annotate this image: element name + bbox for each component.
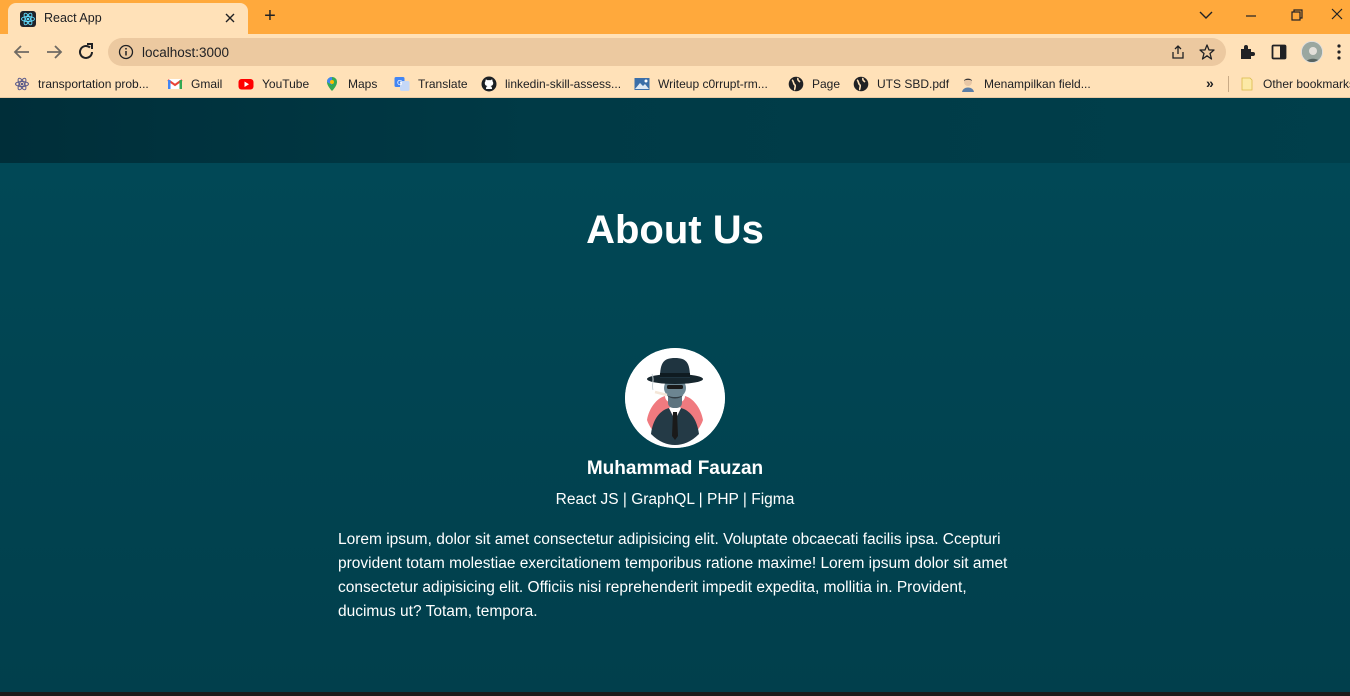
react-icon <box>15 77 29 91</box>
bookmark-label: Writeup c0rrupt-rm... <box>658 77 768 91</box>
page-viewport: About Us Muhammad Fauzan React JS | Grap… <box>0 98 1350 696</box>
tab-title: React App <box>44 11 102 25</box>
bookmark-gmail[interactable]: Gmail <box>167 75 222 93</box>
bookmark-transportation[interactable]: transportation prob... <box>14 75 149 93</box>
arrow-right-icon <box>47 45 63 59</box>
bookmark-label: linkedin-skill-assess... <box>505 77 622 91</box>
minimize-icon <box>1246 15 1256 17</box>
reload-button[interactable] <box>74 40 98 64</box>
chevron-down-icon <box>1199 11 1213 19</box>
extensions-icon[interactable] <box>1238 43 1256 61</box>
bookmark-maps[interactable]: Maps <box>324 75 377 93</box>
site-navbar <box>0 98 1350 163</box>
bookmark-uts-sbd[interactable]: UTS SBD.pdf <box>853 75 949 93</box>
url-text[interactable]: localhost:3000 <box>142 45 229 60</box>
browser-tab[interactable]: React App <box>8 3 248 34</box>
other-bookmarks-folder[interactable]: Other bookmarks <box>1239 75 1350 93</box>
restore-button[interactable] <box>1284 4 1310 26</box>
bookmark-translate[interactable]: G Translate <box>394 75 468 93</box>
avatar-icon <box>962 78 974 92</box>
bookmark-writeup[interactable]: Writeup c0rrupt-rm... <box>634 75 768 93</box>
bookmark-menampilkan[interactable]: Menampilkan field... <box>960 75 1091 93</box>
globe-icon <box>788 76 804 92</box>
profile-avatar-icon[interactable] <box>1301 41 1323 63</box>
more-bookmarks-button[interactable]: » <box>1206 75 1214 91</box>
profile-bio: Lorem ipsum, dolor sit amet consectetur … <box>338 531 1008 620</box>
globe-icon <box>853 76 869 92</box>
tab-strip: React App + <box>0 0 1350 34</box>
minimize-button[interactable] <box>1238 4 1264 26</box>
new-tab-button[interactable]: + <box>258 5 282 29</box>
bookmark-divider <box>1228 76 1229 92</box>
bookmark-label: Translate <box>418 77 468 91</box>
share-icon[interactable] <box>1170 44 1186 60</box>
youtube-icon <box>238 79 254 90</box>
menu-dots-icon[interactable] <box>1336 43 1342 61</box>
page-title: About Us <box>586 208 764 252</box>
close-icon <box>1331 8 1343 20</box>
info-icon[interactable] <box>118 44 134 60</box>
svg-text:G: G <box>397 79 402 87</box>
maps-icon <box>327 77 337 91</box>
restore-icon <box>1291 9 1303 21</box>
forward-button[interactable] <box>42 40 66 64</box>
bookmark-label: YouTube <box>262 77 310 91</box>
react-icon <box>20 11 36 27</box>
profile-name: Muhammad Fauzan <box>586 458 764 479</box>
bookmark-youtube[interactable]: YouTube <box>238 75 309 93</box>
detective-avatar-icon <box>625 348 725 448</box>
github-icon <box>481 76 497 92</box>
window-close-button[interactable] <box>1327 4 1350 26</box>
other-bookmarks-label: Other bookmarks <box>1263 77 1350 91</box>
bookmark-linkedin-skill[interactable]: linkedin-skill-assess... <box>481 75 621 93</box>
bookmark-label: Gmail <box>191 77 223 91</box>
bookmark-label: transportation prob... <box>38 77 149 91</box>
bookmarks-bar: transportation prob... Gmail YouTube Map… <box>0 70 1350 98</box>
browser-toolbar: localhost:3000 <box>0 34 1350 70</box>
profile-skills: React JS | GraphQL | PHP | Figma <box>555 491 795 508</box>
tab-search-button[interactable] <box>1193 4 1219 26</box>
folder-icon <box>1241 77 1253 91</box>
address-bar[interactable]: localhost:3000 <box>108 38 1226 66</box>
bookmark-label: UTS SBD.pdf <box>877 77 950 91</box>
page-bottom-edge <box>0 692 1350 696</box>
profile-avatar <box>625 348 725 448</box>
bookmark-label: Page <box>812 77 841 91</box>
reload-icon <box>79 43 93 59</box>
star-icon[interactable] <box>1198 43 1216 61</box>
side-panel-icon[interactable] <box>1271 44 1287 60</box>
arrow-left-icon <box>13 45 29 59</box>
bookmark-label: Menampilkan field... <box>984 77 1091 91</box>
tab-close-button[interactable] <box>220 8 240 28</box>
translate-icon: G <box>394 77 410 91</box>
bookmark-label: Maps <box>348 77 378 91</box>
gmail-icon <box>167 79 183 89</box>
back-button[interactable] <box>10 40 34 64</box>
close-icon <box>225 13 235 23</box>
image-icon <box>634 78 650 90</box>
bookmark-page[interactable]: Page <box>788 75 840 93</box>
